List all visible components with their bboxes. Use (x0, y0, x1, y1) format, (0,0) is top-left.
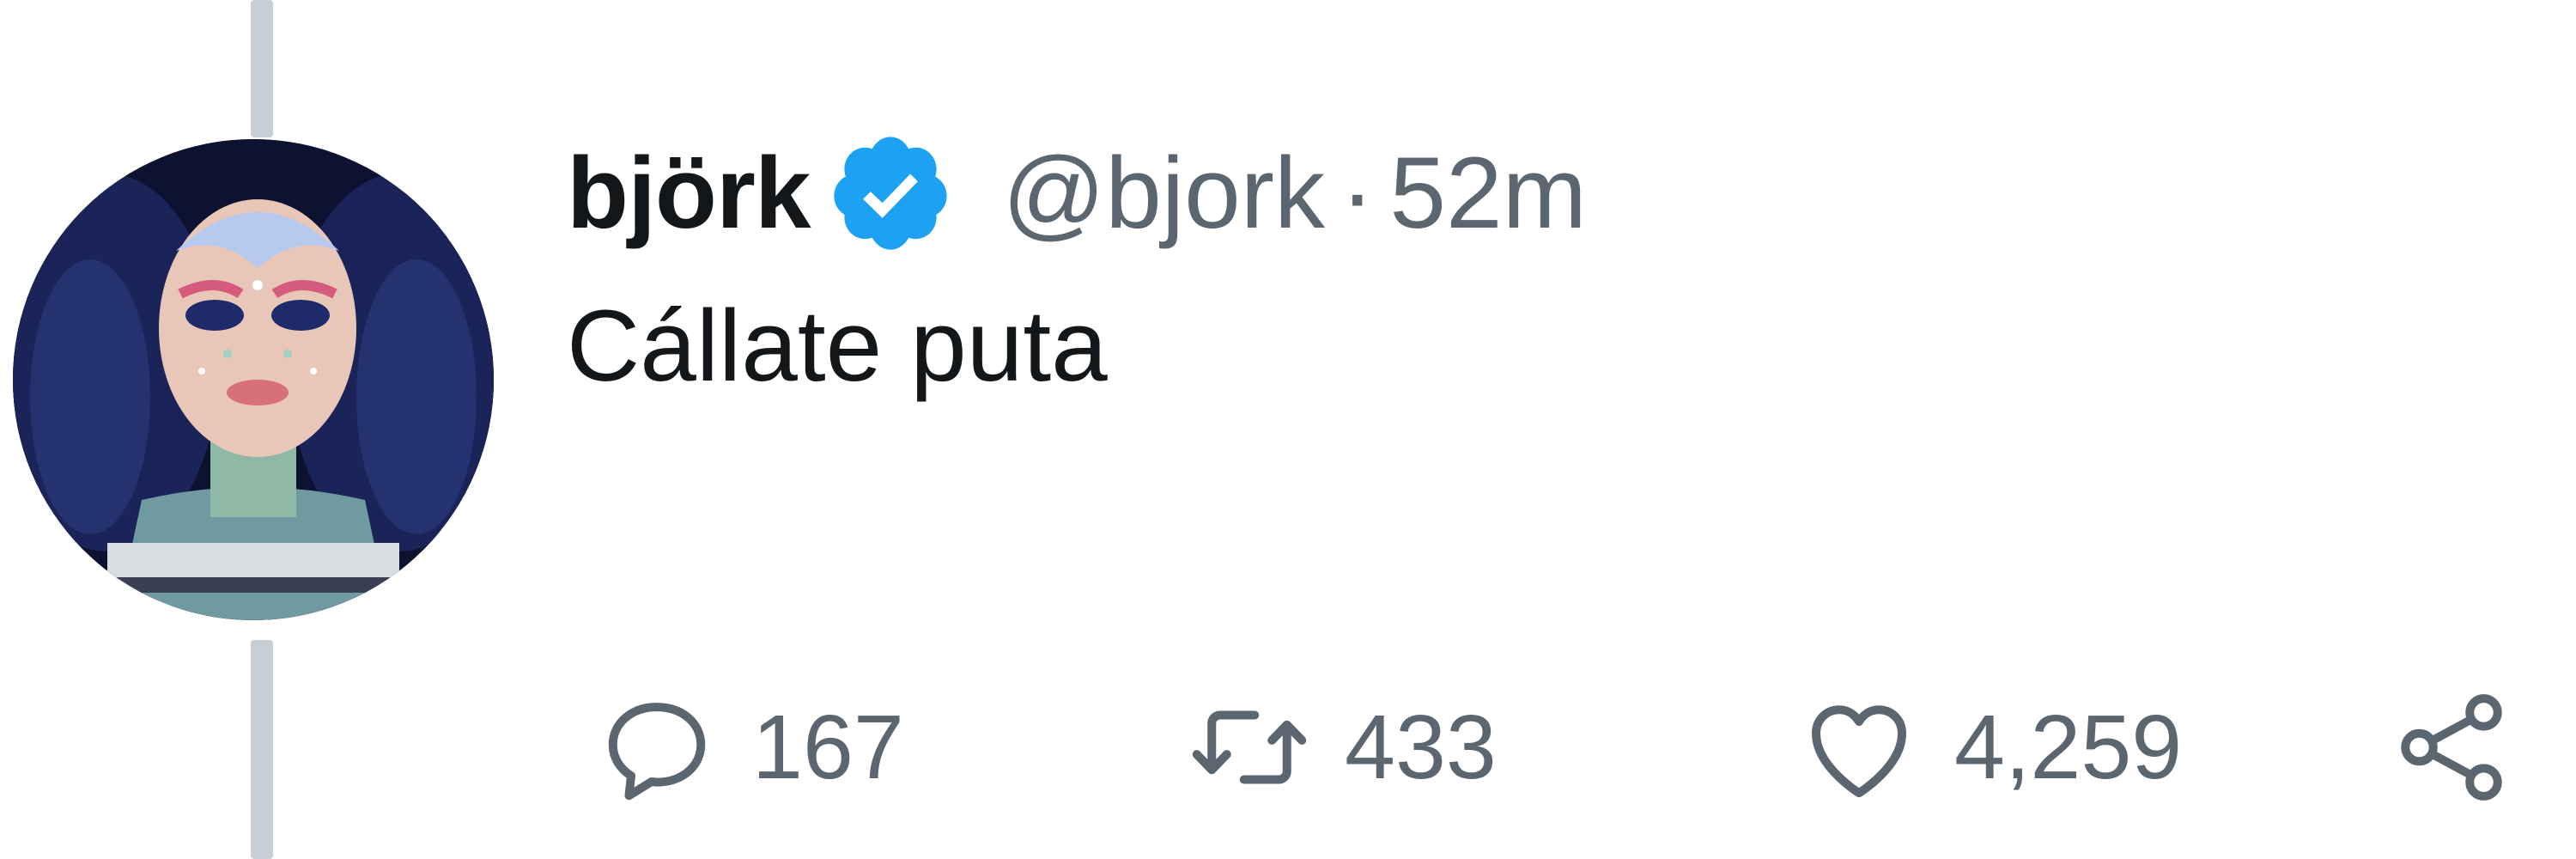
tweet-text: Cállate puta (567, 289, 1108, 403)
reply-count: 167 (752, 696, 904, 798)
display-name[interactable]: björk (567, 135, 811, 252)
retweet-icon (1192, 710, 1307, 784)
thread-line-bottom (251, 640, 273, 859)
like-count: 4,259 (1954, 696, 2183, 798)
like-button[interactable]: 4,259 (1795, 687, 2182, 807)
avatar[interactable] (13, 139, 494, 620)
share-icon (2401, 694, 2502, 801)
retweet-count: 433 (1345, 696, 1497, 798)
share-button[interactable] (2387, 687, 2516, 807)
reply-icon (608, 703, 706, 801)
tweet-header: björk @bjork · 52m (567, 129, 1587, 258)
tweet-actions: 167 433 4,259 (592, 687, 2559, 807)
handle[interactable]: @bjork (1003, 135, 1326, 252)
thread-line-top (251, 0, 273, 137)
verified-badge-icon (833, 137, 947, 250)
reply-button[interactable]: 167 (592, 687, 904, 807)
timestamp[interactable]: 52m (1389, 135, 1587, 252)
heart-icon (1812, 705, 1906, 798)
separator-dot: · (1340, 137, 1375, 250)
retweet-button[interactable]: 433 (1185, 687, 1497, 807)
